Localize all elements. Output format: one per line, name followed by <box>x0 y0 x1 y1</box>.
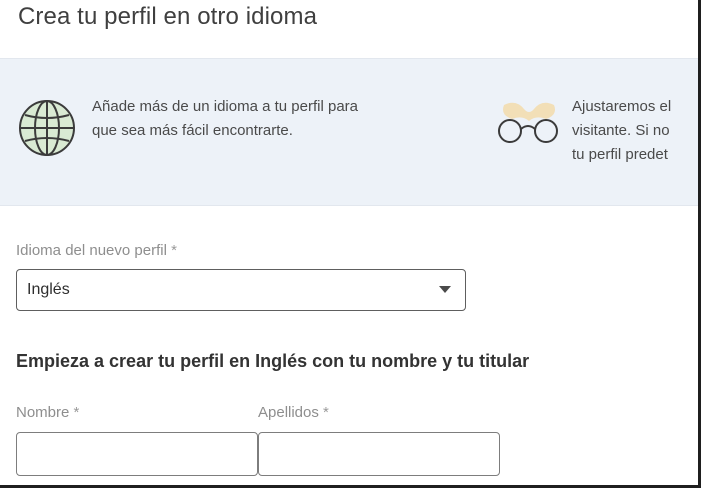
banner-text-line: que sea más fácil encontrarte. <box>92 122 293 139</box>
banner-text-visitor: Ajustaremos el visitante. Si no tu perfi… <box>572 95 698 167</box>
first-name-input[interactable] <box>16 432 258 476</box>
section-heading: Empieza a crear tu perfil en Inglés con … <box>16 351 530 371</box>
banner-text-line: Añade más de un idioma a tu perfil para <box>92 98 358 115</box>
dialog-title: Crea tu perfil en otro idioma <box>18 3 318 30</box>
language-label: Idioma del nuevo perfil * <box>16 242 177 259</box>
first-name-label: Nombre * <box>16 404 79 421</box>
first-name-label-text: Nombre <box>16 404 70 421</box>
profile-language-select[interactable]: Inglés <box>16 269 466 311</box>
banner-text-line: visitante. Si no <box>572 122 670 139</box>
required-mark: * <box>73 404 80 421</box>
globe-icon <box>19 100 75 156</box>
glasses-icon <box>498 102 558 143</box>
profile-language-value: Inglés <box>27 281 70 298</box>
banner-text-languages: Añade más de un idioma a tu perfil para … <box>92 95 452 143</box>
last-name-label-text: Apellidos <box>258 404 319 421</box>
required-mark: * <box>171 242 177 259</box>
banner-text-line: tu perfil predet <box>572 146 668 163</box>
language-label-text: Idioma del nuevo perfil <box>16 242 167 259</box>
banner-text-line: Ajustaremos el <box>572 98 672 115</box>
last-name-label: Apellidos * <box>258 404 329 421</box>
info-banner: Añade más de un idioma a tu perfil para … <box>0 58 698 206</box>
required-mark: * <box>323 404 329 421</box>
caret-down-icon <box>439 286 451 293</box>
last-name-input[interactable] <box>258 432 500 476</box>
